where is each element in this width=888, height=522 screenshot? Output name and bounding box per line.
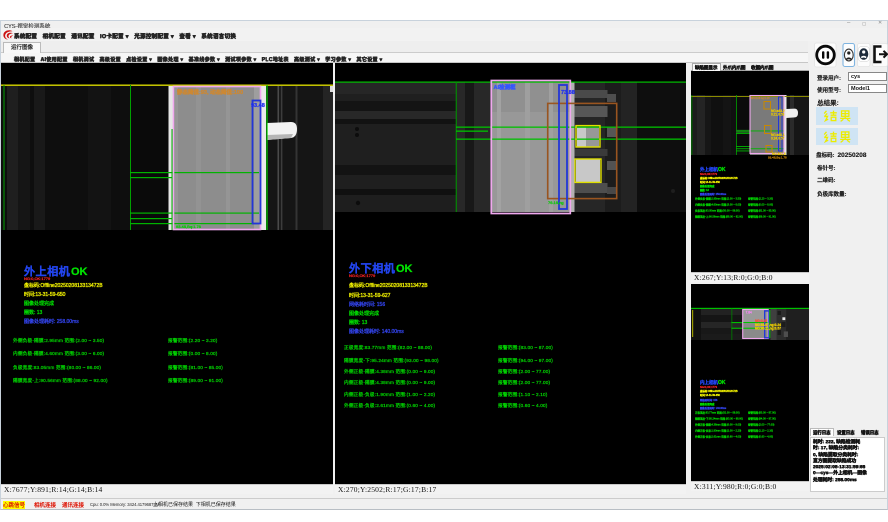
svg-text:MS:2.08 Ag:1.18: MS:2.08 Ag:1.18 [751, 97, 770, 100]
svg-text:时间:13-31-59-627: 时间:13-31-59-627 [349, 292, 391, 299]
svg-text:外侧负极-隔膜:2.95mm 范围:(2.00 ~ 3.50: 外侧负极-隔膜:2.95mm 范围:(2.00 ~ 3.50) [13, 337, 105, 344]
svg-text:负极宽度:83.05mm 范围:(80.00 ~ 86.00: 负极宽度:83.05mm 范围:(80.00 ~ 86.00) [695, 209, 740, 213]
svg-text:报警范围:(89.00 ~ 91.00): 报警范围:(89.00 ~ 91.00) [168, 377, 223, 384]
svg-text:图像处理完成: 图像处理完成 [349, 310, 379, 317]
svg-text:报警范围:(0.60 ~ 4.00): 报警范围:(0.60 ~ 4.00) [748, 435, 773, 439]
svg-text:报警范围:(2.00 ~ 77.00): 报警范围:(2.00 ~ 77.00) [498, 379, 551, 386]
svg-text:7.84: 7.84 [746, 311, 752, 315]
svg-text:NG:0,OK:1779: NG:0,OK:1779 [349, 273, 376, 278]
svg-text:NG:0,OK:1779: NG:0,OK:1779 [24, 276, 51, 281]
svg-text:外上相机: 外上相机 [700, 166, 718, 173]
svg-text:网络耗时间: 156: 网络耗时间: 156 [700, 398, 718, 402]
svg-text:报警范围:(2.00 ~ 77.00): 报警范围:(2.00 ~ 77.00) [498, 368, 551, 375]
svg-text:时间:13-31-59-650: 时间:13-31-59-650 [700, 393, 720, 397]
svg-text:NG:a81.6: NG:a81.6 [772, 152, 786, 156]
svg-text:外侧正极-负极:2.61mm 范围:(0.60 ~ 4.00: 外侧正极-负极:2.61mm 范围:(0.60 ~ 4.00) [695, 435, 741, 439]
svg-text:盘标码:Offline2025020813313472B: 盘标码:Offline2025020813313472B [700, 389, 738, 393]
svg-text:NG:80.21,ng:0.57: NG:80.21,ng:0.57 [755, 327, 781, 331]
svg-text:图像处理耗时: 258.00ms: 图像处理耗时: 258.00ms [700, 192, 727, 196]
svg-text:负极宽度:83.05mm 范围:(80.00 ~ 86.00: 负极宽度:83.05mm 范围:(80.00 ~ 86.00) [13, 364, 101, 371]
svg-text:93.48,Bq:1.78: 93.48,Bq:1.78 [768, 156, 787, 160]
svg-text:报警范围:(2.20 ~ 3.20): 报警范围:(2.20 ~ 3.20) [748, 197, 773, 201]
svg-text:93.48,Bq:1.78: 93.48,Bq:1.78 [176, 224, 202, 229]
svg-text:报警范围:(89.00 ~ 91.00): 报警范围:(89.00 ~ 91.00) [748, 215, 776, 219]
svg-text:内侧负极-隔膜:4.60mm 范围:(3.00 ~ 6.00: 内侧负极-隔膜:4.60mm 范围:(3.00 ~ 6.00) [695, 203, 741, 207]
svg-text:OK: OK [396, 263, 413, 275]
svg-text:圈数: 13: 圈数: 13 [24, 309, 43, 316]
svg-text:报警范围:(1.10 ~ 2.10): 报警范围:(1.10 ~ 2.10) [498, 391, 548, 398]
svg-text:时间:13-31-59-650: 时间:13-31-59-650 [700, 180, 720, 184]
svg-text:图像处理耗时: 140.00ms: 图像处理耗时: 140.00ms [700, 406, 727, 410]
svg-text:报警范围:(81.00 ~ 85.00): 报警范围:(81.00 ~ 85.00) [168, 364, 223, 371]
svg-text:OK: OK [718, 167, 726, 173]
svg-text:报警范围:(0.00 ~ 8.00): 报警范围:(0.00 ~ 8.00) [748, 203, 773, 207]
svg-text:盘标码:Offline2025020813313472B: 盘标码:Offline2025020813313472B [700, 176, 738, 180]
svg-text:报警范围:(0.60 ~ 4.00): 报警范围:(0.60 ~ 4.00) [498, 402, 548, 409]
svg-text:内上相机: 内上相机 [700, 379, 718, 386]
svg-text:隔膜宽度-下:95.24mm 范围:(93.00 ~ 98.: 隔膜宽度-下:95.24mm 范围:(93.00 ~ 98.00) [344, 357, 439, 364]
svg-text:圈数: 13: 圈数: 13 [349, 319, 368, 326]
svg-text:正极宽度:83.77mm 范围:(82.00 ~ 88.00: 正极宽度:83.77mm 范围:(82.00 ~ 88.00) [344, 344, 432, 351]
svg-text:隔膜宽度-下:95.24mm 范围:(93.00 ~ 98.: 隔膜宽度-下:95.24mm 范围:(93.00 ~ 98.00) [695, 417, 743, 421]
svg-text:报警范围:(1.10 ~ 2.10): 报警范围:(1.10 ~ 2.10) [748, 429, 773, 433]
svg-text:报警范围:(81.00 ~ 85.00): 报警范围:(81.00 ~ 85.00) [748, 209, 776, 213]
svg-text:图像处理完成: 图像处理完成 [24, 300, 54, 307]
svg-text:73.88: 73.88 [561, 90, 575, 96]
svg-text:圈数: 13: 圈数: 13 [700, 188, 709, 192]
svg-text:报警范围:(83.00 ~ 87.00): 报警范围:(83.00 ~ 87.00) [498, 344, 553, 351]
svg-text:图像处理完成: 图像处理完成 [700, 184, 715, 188]
svg-text:OK: OK [71, 266, 88, 278]
svg-text:外侧正极-隔膜:4.38mm 范围:(0.00 ~ 9.00: 外侧正极-隔膜:4.38mm 范围:(0.00 ~ 9.00) [695, 423, 741, 427]
svg-text:外侧负极-隔膜:2.95mm 范围:(2.00 ~ 3.50: 外侧负极-隔膜:2.95mm 范围:(2.00 ~ 3.50) [695, 197, 741, 201]
svg-text:隔膜宽度-上:90.56mm 范围:(88.00 ~ 92.: 隔膜宽度-上:90.56mm 范围:(88.00 ~ 92.00) [13, 377, 108, 384]
svg-text:报警范围:(2.00 ~ 77.00): 报警范围:(2.00 ~ 77.00) [748, 423, 774, 427]
svg-text:内侧负极-隔膜:4.60mm 范围:(3.00 ~ 6.00: 内侧负极-隔膜:4.60mm 范围:(3.00 ~ 6.00) [13, 350, 105, 357]
svg-text:图像处理耗时: 258.00ms: 图像处理耗时: 258.00ms [24, 318, 79, 325]
svg-text:隔膜宽度-上:90.56mm 范围:(88.00 ~ 92.: 隔膜宽度-上:90.56mm 范围:(88.00 ~ 92.00) [695, 215, 743, 219]
svg-text:报警范围:(83.00 ~ 87.00): 报警范围:(83.00 ~ 87.00) [748, 411, 776, 415]
svg-text:外侧正极-隔膜:4.38mm 范围:(0.00 ~ 9.00: 外侧正极-隔膜:4.38mm 范围:(0.00 ~ 9.00) [344, 368, 436, 375]
svg-text:静态阈值:93, 动态阈值:100: 静态阈值:93, 动态阈值:100 [177, 88, 243, 96]
svg-text:内侧正极-负极:1.90mm 范围:(1.00 ~ 2.20: 内侧正极-负极:1.90mm 范围:(1.00 ~ 2.20) [344, 391, 436, 398]
svg-text:AI检测框: AI检测框 [494, 83, 517, 91]
svg-text:报警范围:(94.00 ~ 97.00): 报警范围:(94.00 ~ 97.00) [748, 417, 776, 421]
svg-text:盘标码:Offline2025020813313472B: 盘标码:Offline2025020813313472B [349, 282, 428, 289]
svg-text:报警范围:(0.00 ~ 8.00): 报警范围:(0.00 ~ 8.00) [168, 350, 218, 357]
svg-text:NG:0,OK:1779: NG:0,OK:1779 [700, 172, 718, 176]
svg-text:图像处理耗时: 140.00ms: 图像处理耗时: 140.00ms [349, 328, 404, 335]
svg-text:时间:13-31-59-650: 时间:13-31-59-650 [24, 291, 66, 298]
svg-text:76.16,ng: 76.16,ng [548, 200, 564, 205]
svg-text:网络耗时间: 156: 网络耗时间: 156 [349, 301, 385, 308]
svg-text:内侧正极-负极:1.90mm 范围:(1.00 ~ 2.20: 内侧正极-负极:1.90mm 范围:(1.00 ~ 2.20) [695, 429, 741, 433]
svg-text:盘标码:Offline2025020813313472B: 盘标码:Offline2025020813313472B [24, 282, 103, 289]
svg-text:OK: OK [718, 380, 726, 386]
svg-text:报警范围:(2.20 ~ 3.20): 报警范围:(2.20 ~ 3.20) [168, 337, 218, 344]
svg-text:正极宽度:83.77mm 范围:(82.00 ~ 88.00: 正极宽度:83.77mm 范围:(82.00 ~ 88.00) [695, 411, 740, 415]
svg-text:外侧正极-负极:2.61mm 范围:(0.60 ~ 4.00: 外侧正极-负极:2.61mm 范围:(0.60 ~ 4.00) [344, 402, 436, 409]
svg-text:93.48: 93.48 [251, 103, 265, 109]
svg-text:0.21,0.53: 0.21,0.53 [771, 113, 785, 117]
svg-text:0.24,0.57: 0.24,0.57 [771, 137, 785, 141]
svg-text:报警范围:(94.00 ~ 97.00): 报警范围:(94.00 ~ 97.00) [498, 357, 553, 364]
svg-text:内侧正极-隔膜:4.38mm 范围:(0.00 ~ 9.00: 内侧正极-隔膜:4.38mm 范围:(0.00 ~ 9.00) [344, 379, 436, 386]
svg-text:图像处理完成: 图像处理完成 [700, 402, 715, 406]
svg-text:NG:0,OK:1779: NG:0,OK:1779 [700, 385, 718, 389]
